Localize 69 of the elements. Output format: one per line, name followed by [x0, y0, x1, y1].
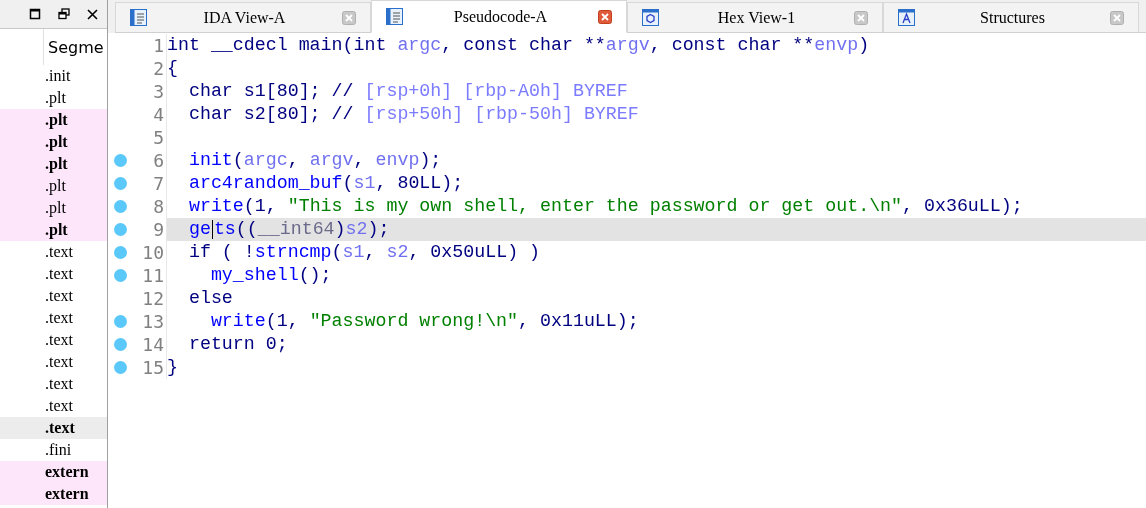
code-line: { [167, 57, 178, 80]
code-line: char s1[80]; // [rsp+0h] [rbp-A0h] BYREF [188, 80, 628, 103]
code-line: ge ts((__int64)s2); [188, 218, 390, 241]
segment-row[interactable]: .plt [0, 219, 107, 241]
segment-row[interactable]: .text [0, 417, 107, 439]
segment-row[interactable]: .text [0, 307, 107, 329]
restore-icon[interactable] [58, 8, 70, 20]
code-line: arc4random_buf(s1, 80LL); [188, 172, 464, 195]
code-line: write(1, "Password wrong!\n", 0x11uLL); [210, 310, 639, 333]
segment-row[interactable]: .text [0, 263, 107, 285]
code-line: else [188, 287, 233, 310]
line-number: 7 [152, 173, 165, 194]
line-number: 15 [141, 357, 165, 378]
line-number: 14 [141, 334, 165, 355]
segment-row[interactable]: .plt [0, 131, 107, 153]
tab[interactable]: IDA View-A [115, 2, 371, 33]
segment-row[interactable]: extern [0, 461, 107, 483]
line-number: 11 [141, 265, 165, 286]
segment-row[interactable]: .plt [0, 87, 107, 109]
line-number: 1 [152, 35, 165, 56]
code-line: int __cdecl main(int argc, const char **argv, const char **envp) [167, 34, 870, 57]
line-number: 10 [141, 242, 165, 263]
code-line: init(argc, argv, envp); [188, 149, 442, 172]
code-line: } [167, 356, 178, 379]
segment-row[interactable]: .plt [0, 197, 107, 219]
code-line: char s2[80]; // [rsp+50h] [rbp-50h] BYREF [188, 103, 639, 126]
column-header[interactable]: Segme [44, 29, 104, 65]
code-line: return 0; [188, 333, 288, 356]
segment-row[interactable]: .plt [0, 175, 107, 197]
segment-row[interactable]: .text [0, 285, 107, 307]
line-number: 13 [141, 311, 165, 332]
breakpoint-dot[interactable] [113, 338, 127, 351]
segment-row[interactable]: .text [0, 241, 107, 263]
breakpoint-dot[interactable] [113, 200, 127, 213]
document-icon [386, 8, 403, 25]
structure-icon [898, 9, 915, 26]
document-icon [130, 9, 147, 26]
segment-row[interactable]: extern [0, 483, 107, 505]
breakpoint-dot[interactable] [113, 361, 127, 374]
line-number: 12 [141, 288, 165, 309]
line-number: 6 [152, 150, 165, 171]
tab[interactable]: Hex View-1 [627, 2, 883, 33]
line-number: 4 [152, 104, 165, 125]
segment-row[interactable]: .text [0, 395, 107, 417]
close-icon[interactable] [87, 8, 98, 20]
segment-row[interactable]: .plt [0, 109, 107, 131]
code-line: my_shell(); [210, 264, 332, 287]
code-line: write(1, "This is my own shell, enter the password or get out.\n", 0x36uLL); [188, 195, 1023, 218]
breakpoint-dot[interactable] [113, 315, 127, 328]
segment-row[interactable]: .text [0, 351, 107, 373]
line-number: 5 [152, 127, 165, 148]
breakpoint-dot[interactable] [113, 154, 127, 167]
line-number: 2 [152, 58, 165, 79]
code-line: if ( !strncmp(s1, s2, 0x50uLL) ) [188, 241, 541, 264]
maximize-icon[interactable] [29, 8, 41, 20]
breakpoint-dot[interactable] [113, 246, 127, 259]
segment-row[interactable]: .init [0, 65, 107, 87]
breakpoint-dot[interactable] [113, 269, 127, 282]
segment-row[interactable]: .fini [0, 439, 107, 461]
line-number: 9 [152, 219, 165, 240]
tab[interactable]: Structures [883, 2, 1139, 33]
segment-row[interactable]: .text [0, 373, 107, 395]
line-number: 3 [152, 81, 165, 102]
tab[interactable]: Pseudocode-A [371, 0, 627, 33]
breakpoint-dot[interactable] [113, 223, 127, 236]
line-number: 8 [152, 196, 165, 217]
segment-row[interactable]: .text [0, 329, 107, 351]
segment-row[interactable]: .plt [0, 153, 107, 175]
breakpoint-dot[interactable] [113, 177, 127, 190]
